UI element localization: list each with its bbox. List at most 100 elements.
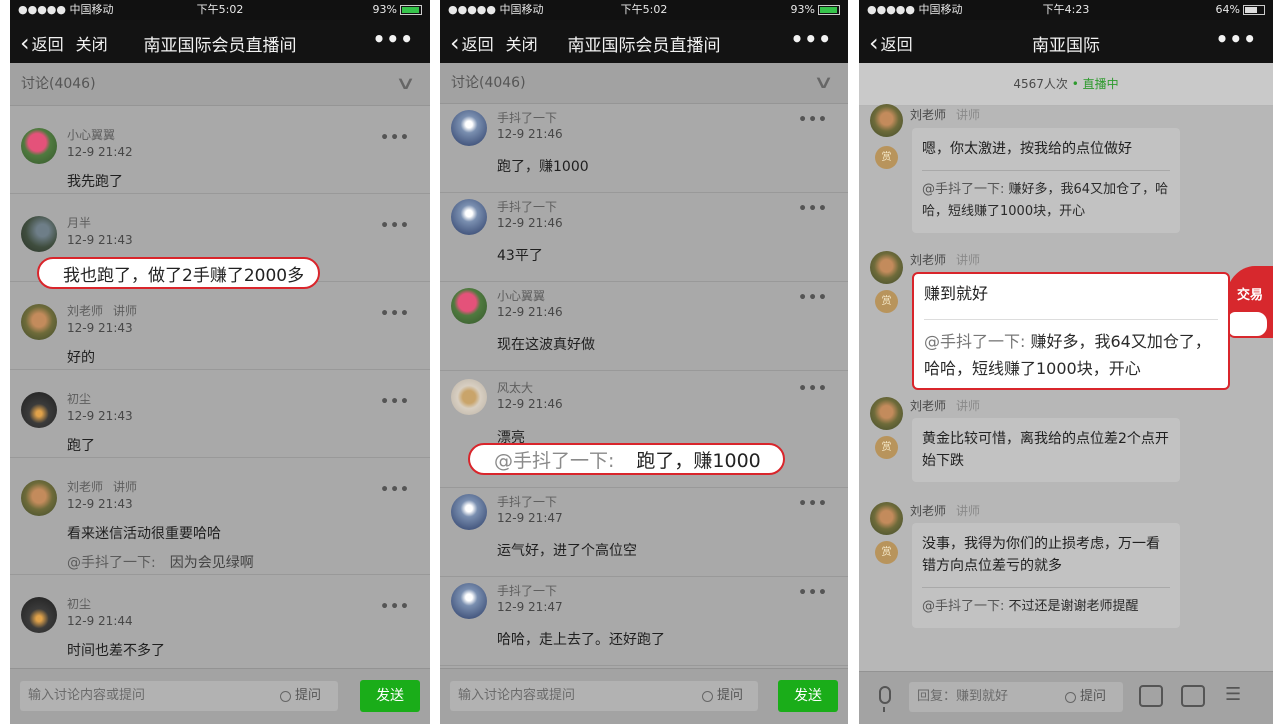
list-item: 手抖了一下 12-9 21:47 哈哈，走上去了。还好跑了 ••• bbox=[440, 577, 848, 666]
reward-icon[interactable]: 赏 bbox=[875, 146, 898, 169]
back-button[interactable]: ‹ 返回 关闭 bbox=[450, 31, 538, 55]
back-label: 返回 bbox=[31, 35, 64, 54]
chat-bubble-icon[interactable] bbox=[1181, 685, 1205, 707]
more-icon[interactable]: ••• bbox=[798, 381, 828, 397]
avatar bbox=[21, 304, 57, 340]
menu-list-icon[interactable]: ☰ bbox=[1225, 685, 1249, 707]
avatar bbox=[451, 110, 487, 146]
avatar bbox=[451, 379, 487, 415]
more-icon[interactable]: ••• bbox=[380, 218, 410, 234]
send-button[interactable]: 发送 bbox=[360, 680, 420, 712]
input-bar: 输入讨论内容或提问 提问 发送 bbox=[440, 668, 848, 724]
role-badge: 讲师 bbox=[113, 480, 138, 494]
ask-toggle[interactable]: 提问 bbox=[280, 681, 321, 711]
more-icon[interactable]: ••• bbox=[798, 585, 828, 601]
avatar bbox=[870, 251, 903, 284]
chevron-left-icon: ‹ bbox=[869, 29, 879, 57]
phone-screen-live-chat: ●●●●● 中国移动 下午4:23 64% ‹ 返回 南亚国际 ••• 4567人… bbox=[859, 0, 1273, 724]
clock: 下午5:02 bbox=[196, 3, 244, 16]
mention: @手抖了一下: bbox=[922, 599, 1005, 614]
radio-icon[interactable] bbox=[702, 690, 713, 702]
role-badge: 讲师 bbox=[956, 504, 981, 518]
avatar bbox=[870, 397, 903, 430]
battery-icon bbox=[1243, 5, 1265, 15]
user-name: 初尘 bbox=[67, 597, 92, 611]
sender-name-text: 刘老师 bbox=[910, 253, 947, 267]
role-badge: 讲师 bbox=[956, 399, 981, 413]
mention: @手抖了一下: bbox=[67, 555, 156, 571]
user-name: 手抖了一下 bbox=[497, 111, 558, 125]
reward-icon[interactable]: 赏 bbox=[875, 541, 898, 564]
more-icon[interactable]: ••• bbox=[798, 290, 828, 306]
viewer-status: 4567人次 • 直播中 bbox=[859, 63, 1273, 106]
highlighted-chat-bubble: 赚到就好 @手抖了一下: 赚好多，我64又加仓了，哈哈，短线赚了1000块，开心 bbox=[912, 272, 1230, 390]
nav-bar: ‹ 返回 关闭 南亚国际会员直播间 ••• bbox=[10, 20, 430, 63]
list-item: 初尘 12-9 21:44 时间也差不多了 ••• bbox=[10, 575, 430, 662]
radio-icon[interactable] bbox=[280, 690, 291, 702]
user-name: 月半 bbox=[67, 216, 92, 230]
viewer-count: 4567人次 bbox=[1013, 77, 1068, 91]
radio-icon[interactable] bbox=[1065, 691, 1076, 703]
avatar bbox=[451, 288, 487, 324]
more-icon[interactable]: ••• bbox=[380, 482, 410, 498]
timestamp: 12-9 21:43 bbox=[67, 321, 133, 335]
chevron-down-icon[interactable]: ∨ bbox=[813, 63, 834, 103]
reward-icon[interactable]: 赏 bbox=[875, 436, 898, 459]
back-button[interactable]: ‹ 返回 bbox=[869, 31, 913, 55]
send-button[interactable]: 发送 bbox=[778, 680, 838, 712]
reply-bar: 回复：赚到就好 提问 ☰ bbox=[859, 671, 1273, 724]
discussion-header[interactable]: 讨论(4046) ∨ bbox=[10, 63, 430, 106]
timestamp: 12-9 21:47 bbox=[497, 600, 563, 614]
battery-icon bbox=[400, 5, 422, 15]
pointing-hand-icon bbox=[1227, 310, 1269, 338]
message-text: 赚到就好 bbox=[924, 284, 989, 303]
more-icon[interactable]: ••• bbox=[380, 394, 410, 410]
ask-toggle[interactable]: 提问 bbox=[702, 681, 743, 711]
input-bar: 输入讨论内容或提问 提问 发送 bbox=[10, 668, 430, 724]
phone-screen-discussion-1: ●●●●● 中国移动 下午5:02 93% ‹ 返回 关闭 南亚国际会员直播间 ••… bbox=[10, 0, 430, 724]
reward-icon[interactable]: 赏 bbox=[875, 290, 898, 313]
clock: 下午5:02 bbox=[620, 3, 668, 16]
more-icon[interactable]: ••• bbox=[798, 496, 828, 512]
mute-chat-icon[interactable] bbox=[1139, 685, 1163, 707]
user-name: 刘老师 讲师 bbox=[67, 478, 137, 495]
more-icon[interactable]: ••• bbox=[791, 27, 832, 51]
timestamp: 12-9 21:46 bbox=[497, 127, 563, 141]
chevron-down-icon[interactable]: ∨ bbox=[395, 63, 416, 105]
more-icon[interactable]: ••• bbox=[798, 201, 828, 217]
list-item: 小心翼翼 12-9 21:42 我先跑了 ••• bbox=[10, 106, 430, 194]
nav-bar: ‹ 返回 关闭 南亚国际会员直播间 ••• bbox=[440, 20, 848, 63]
ask-label: 提问 bbox=[295, 688, 322, 703]
more-icon[interactable]: ••• bbox=[1216, 27, 1257, 51]
more-icon[interactable]: ••• bbox=[380, 306, 410, 322]
avatar bbox=[451, 583, 487, 619]
microphone-icon[interactable] bbox=[879, 686, 891, 712]
role-badge: 讲师 bbox=[113, 304, 138, 318]
avatar bbox=[21, 597, 57, 633]
user-name: 手抖了一下 bbox=[497, 200, 558, 214]
trade-label: 交易 bbox=[1237, 288, 1264, 303]
more-icon[interactable]: ••• bbox=[380, 599, 410, 615]
more-icon[interactable]: ••• bbox=[373, 27, 414, 51]
avatar bbox=[21, 128, 57, 164]
avatar bbox=[870, 502, 903, 535]
more-icon[interactable]: ••• bbox=[380, 130, 410, 146]
avatar bbox=[451, 494, 487, 530]
ask-label: 提问 bbox=[717, 688, 744, 703]
discussion-header[interactable]: 讨论(4046) ∨ bbox=[440, 63, 848, 104]
close-button[interactable]: 关闭 bbox=[76, 31, 108, 55]
reply-content: 因为会见绿啊 bbox=[169, 555, 254, 571]
message-text: 看来迷信活动很重要哈哈 bbox=[67, 526, 221, 542]
ask-toggle[interactable]: 提问 bbox=[1065, 682, 1106, 712]
sender-name: 刘老师 讲师 bbox=[910, 106, 980, 123]
user-name: 刘老师 讲师 bbox=[67, 302, 137, 319]
chat-bubble: 没事，我得为你们的止损考虑，万一看错方向点位差亏的就多 @手抖了一下: 不过还是… bbox=[912, 523, 1180, 628]
sender-name: 刘老师 讲师 bbox=[910, 251, 980, 268]
close-button[interactable]: 关闭 bbox=[506, 31, 538, 55]
more-icon[interactable]: ••• bbox=[798, 112, 828, 128]
timestamp: 12-9 21:46 bbox=[497, 216, 563, 230]
discussion-count: 讨论(4046) bbox=[21, 76, 96, 92]
back-button[interactable]: ‹ 返回 关闭 bbox=[20, 31, 108, 55]
message-text: 我先跑了 bbox=[67, 174, 123, 190]
sender-name: 刘老师 讲师 bbox=[910, 502, 980, 519]
